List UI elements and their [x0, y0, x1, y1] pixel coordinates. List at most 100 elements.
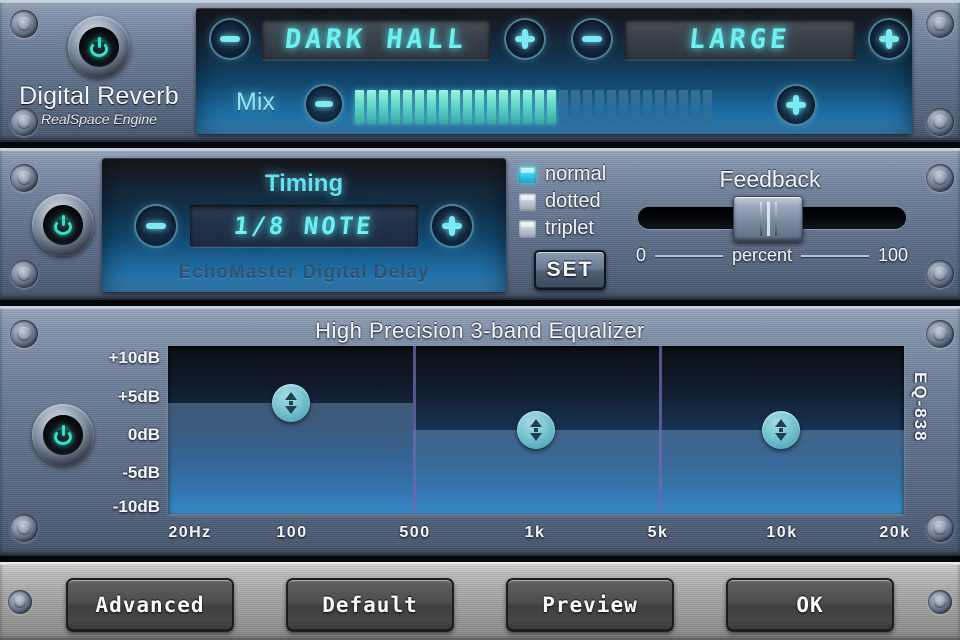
meter-segment — [523, 90, 532, 124]
meter-segment — [679, 90, 688, 124]
footer-button-label: Advanced — [95, 593, 205, 617]
grip-line — [766, 202, 770, 236]
timing-value: 1/8 NOTE — [232, 212, 376, 240]
meter-segment — [463, 90, 472, 124]
screw-icon — [10, 10, 38, 38]
meter-segment — [703, 90, 712, 124]
mix-decrement-button[interactable] — [304, 84, 344, 124]
eq-band-divider — [413, 346, 417, 514]
feedback-unit-label: percent — [731, 245, 793, 265]
screw-icon — [926, 10, 954, 38]
arrow-up-icon — [775, 419, 788, 427]
footer-button-ok[interactable]: OK — [726, 578, 894, 632]
meter-segment — [667, 90, 676, 124]
plus-icon-v — [793, 95, 799, 115]
reverb-power-button[interactable] — [68, 16, 130, 78]
meter-segment — [379, 90, 388, 124]
screw-icon — [926, 514, 954, 542]
timing-increment-button[interactable] — [430, 204, 474, 248]
feedback-scale: 0 percent 100 — [636, 245, 908, 266]
preset-decrement-button[interactable] — [209, 18, 251, 60]
mix-label: Mix — [236, 88, 275, 116]
meter-segment — [355, 90, 364, 124]
footer-button-default[interactable]: Default — [286, 578, 454, 632]
eq-frequency-label: 500 — [399, 524, 431, 541]
screw-icon — [926, 108, 954, 136]
meter-segment — [511, 90, 520, 124]
meter-segment — [643, 90, 652, 124]
screw-icon — [10, 514, 38, 542]
footer-button-label: OK — [796, 593, 824, 617]
power-inner — [43, 205, 83, 245]
screw-icon — [10, 260, 38, 288]
checkbox-icon[interactable] — [519, 166, 536, 183]
eq-band-handle-low[interactable] — [271, 384, 310, 423]
meter-segment — [487, 90, 496, 124]
footer-button-preview[interactable]: Preview — [506, 578, 674, 632]
screw-icon — [926, 164, 954, 192]
timing-display[interactable]: 1/8 NOTE — [190, 205, 418, 247]
meter-segment — [595, 90, 604, 124]
mode-option-normal[interactable]: normal — [519, 163, 606, 186]
arrow-up-icon — [284, 392, 297, 401]
power-icon — [89, 37, 109, 57]
footer-button-label: Default — [322, 593, 418, 617]
size-value: LARGE — [687, 24, 793, 55]
meter-segment — [403, 90, 412, 124]
minus-icon — [220, 36, 240, 42]
grip-line — [759, 202, 762, 236]
mix-level-meter[interactable] — [355, 86, 712, 124]
plugin-window: Digital Reverb RealSpace Engine DARK HAL… — [0, 0, 960, 640]
checkbox-icon[interactable] — [519, 193, 536, 210]
plugin-title: Digital Reverb — [19, 82, 179, 110]
meter-segment — [607, 90, 616, 124]
mode-label: triplet — [545, 217, 594, 239]
checkbox-icon[interactable] — [519, 220, 536, 237]
power-inner — [79, 27, 119, 67]
screw-icon — [928, 590, 952, 614]
feedback-max-label: 100 — [877, 245, 909, 265]
minus-icon — [314, 101, 334, 107]
feedback-label: Feedback — [719, 166, 821, 192]
minus-icon — [582, 36, 602, 42]
mix-increment-button[interactable] — [775, 84, 817, 126]
eq-frequency-label: 20k — [879, 524, 911, 541]
grip-line — [774, 202, 777, 236]
size-increment-button[interactable] — [868, 18, 910, 60]
feedback-slider-handle[interactable] — [733, 196, 803, 242]
timing-label: Timing — [264, 170, 344, 197]
footer-button-advanced[interactable]: Advanced — [66, 578, 234, 632]
arrow-down-icon — [775, 433, 788, 441]
set-button[interactable]: SET — [534, 250, 606, 290]
size-decrement-button[interactable] — [571, 18, 613, 60]
plus-icon-v — [449, 215, 455, 237]
preset-increment-button[interactable] — [504, 18, 546, 60]
arrow-down-icon — [284, 406, 297, 415]
eq-frequency-label: 100 — [276, 524, 308, 541]
meter-segment — [427, 90, 436, 124]
screw-icon — [10, 164, 38, 192]
delay-power-button[interactable] — [32, 194, 94, 256]
eq-db-label: +10dB — [108, 348, 161, 367]
scale-line — [801, 254, 869, 257]
timing-decrement-button[interactable] — [134, 204, 178, 248]
arrow-up-icon — [530, 419, 542, 427]
mode-label: dotted — [545, 190, 601, 212]
meter-segment — [439, 90, 448, 124]
eq-band-handle-mid[interactable] — [517, 411, 555, 449]
meter-segment — [655, 90, 664, 124]
eq-frequency-label: 1k — [524, 524, 546, 541]
eq-graph[interactable] — [168, 346, 904, 514]
eq-frequency-label: 10k — [766, 524, 798, 541]
plus-icon-v — [886, 29, 892, 49]
meter-segment — [367, 90, 376, 124]
mode-option-triplet[interactable]: triplet — [519, 217, 594, 240]
arrow-stem — [779, 428, 784, 432]
power-icon — [53, 425, 73, 445]
mode-label: normal — [545, 163, 607, 185]
feedback-min-label: 0 — [636, 245, 647, 265]
mode-option-dotted[interactable]: dotted — [519, 190, 601, 213]
eq-db-label: -5dB — [122, 463, 160, 482]
size-display[interactable]: LARGE — [625, 19, 855, 60]
preset-display[interactable]: DARK HALL — [262, 19, 490, 60]
